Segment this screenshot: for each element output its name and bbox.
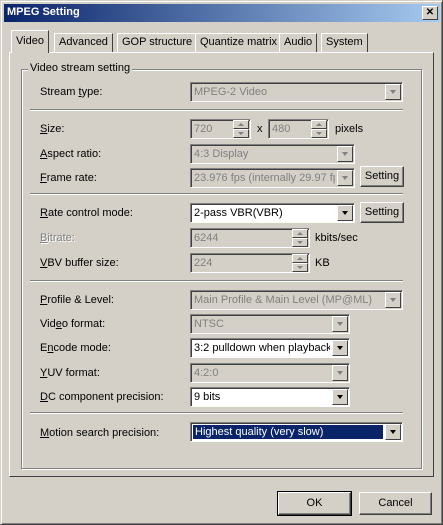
tab-gop-structure[interactable]: GOP structure: [117, 33, 198, 52]
frame-rate-label: Frame rate:: [40, 172, 97, 184]
chevron-down-icon[interactable]: [385, 84, 401, 100]
chevron-down-icon[interactable]: [332, 316, 348, 332]
size-height-spinner[interactable]: [311, 120, 327, 138]
spin-up-icon[interactable]: [292, 229, 308, 238]
size-times-label: x: [257, 123, 263, 135]
spin-up-icon[interactable]: [311, 120, 327, 129]
encode-mode-label: Encode mode:: [40, 342, 111, 354]
window-title: MPEG Setting: [7, 6, 80, 18]
vbv-buffer-spinner[interactable]: [292, 254, 308, 272]
spin-down-icon[interactable]: [292, 238, 308, 247]
chevron-down-icon[interactable]: [332, 365, 348, 381]
profile-level-select[interactable]: Main Profile & Main Level (MP@ML): [190, 290, 403, 310]
motion-search-label: Motion search precision:: [40, 427, 160, 439]
close-icon[interactable]: ✕: [422, 6, 438, 20]
rate-control-label: Rate control mode:: [40, 207, 133, 219]
chevron-down-icon[interactable]: [385, 424, 401, 440]
spin-down-icon[interactable]: [233, 129, 249, 138]
bitrate-unit-label: kbits/sec: [315, 232, 358, 244]
stream-type-select[interactable]: MPEG-2 Video: [190, 82, 403, 102]
rate-control-setting-button[interactable]: Setting: [360, 202, 404, 223]
profile-level-label: Profile & Level:: [40, 294, 114, 306]
chevron-down-icon[interactable]: [332, 340, 348, 356]
frame-rate-setting-button[interactable]: Setting: [360, 166, 404, 187]
encode-mode-select[interactable]: 3:2 pulldown when playback: [190, 338, 350, 358]
size-width-spinner[interactable]: [233, 120, 249, 138]
vbv-buffer-label: VBV buffer size:: [40, 257, 119, 269]
aspect-ratio-select[interactable]: 4:3 Display: [190, 144, 355, 164]
stream-type-label: Stream type:: [40, 86, 103, 98]
yuv-format-label: YUV format:: [40, 367, 100, 379]
separator: [30, 412, 403, 414]
spin-up-icon[interactable]: [292, 254, 308, 263]
tab-advanced[interactable]: Advanced: [54, 33, 113, 52]
size-label: Size:: [40, 123, 65, 135]
chevron-down-icon[interactable]: [337, 146, 353, 162]
tab-audio[interactable]: Audio: [279, 33, 318, 52]
yuv-format-select[interactable]: 4:2:0: [190, 363, 350, 383]
separator: [30, 109, 403, 111]
spin-down-icon[interactable]: [292, 263, 308, 272]
tab-video[interactable]: Video: [11, 30, 49, 53]
group-title: Video stream setting: [28, 62, 133, 74]
ok-button[interactable]: OK: [277, 491, 352, 516]
tab-quantize-matrix[interactable]: Quantize matrix: [195, 33, 283, 52]
chevron-down-icon[interactable]: [337, 170, 353, 186]
rate-control-select[interactable]: 2-pass VBR(VBR): [190, 203, 355, 223]
chevron-down-icon[interactable]: [337, 205, 353, 221]
cancel-button[interactable]: Cancel: [359, 492, 432, 515]
vbv-buffer-unit-label: KB: [315, 257, 330, 269]
title-bar[interactable]: MPEG Setting ✕: [4, 4, 440, 22]
chevron-down-icon[interactable]: [332, 389, 348, 405]
separator: [30, 280, 403, 282]
motion-search-select[interactable]: Highest quality (very slow): [190, 422, 403, 442]
spin-down-icon[interactable]: [311, 129, 327, 138]
video-format-select[interactable]: NTSC: [190, 314, 350, 334]
size-unit-label: pixels: [335, 123, 364, 135]
separator: [30, 193, 403, 195]
bitrate-label: Bitrate:: [40, 232, 75, 244]
tab-system[interactable]: System: [321, 33, 368, 52]
chevron-down-icon[interactable]: [385, 292, 401, 308]
frame-rate-select[interactable]: 23.976 fps (internally 29.97 fps): [190, 168, 355, 188]
dc-precision-label: DC component precision:: [40, 391, 164, 403]
video-format-label: Video format:: [40, 318, 106, 330]
aspect-ratio-label: Aspect ratio:: [40, 148, 102, 160]
dc-precision-select[interactable]: 9 bits: [190, 387, 350, 407]
spin-up-icon[interactable]: [233, 120, 249, 129]
bitrate-spinner[interactable]: [292, 229, 308, 247]
